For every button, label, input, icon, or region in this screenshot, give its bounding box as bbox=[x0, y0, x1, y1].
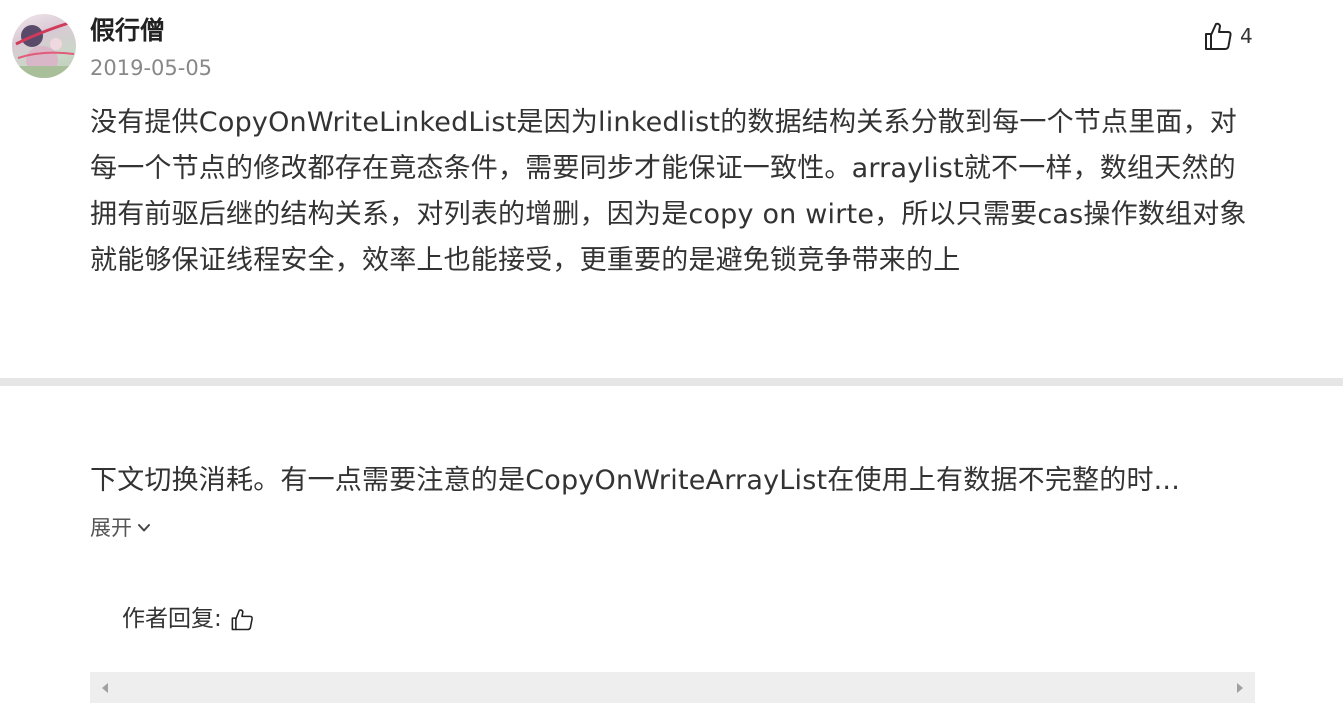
scroll-right-button[interactable] bbox=[1233, 681, 1247, 695]
expand-label: 展开 bbox=[90, 516, 132, 540]
section-divider bbox=[0, 378, 1343, 386]
avatar[interactable] bbox=[12, 14, 76, 78]
author-name: 假行僧 bbox=[90, 16, 166, 45]
comment-text: 没有提供CopyOnWriteLinkedList是因为linkedlist的数… bbox=[90, 107, 1247, 276]
author-reply-label: 作者回复: bbox=[122, 606, 222, 632]
comment-date: 2019-05-05 bbox=[90, 56, 213, 80]
comment-page: 假行僧 2019-05-05 4 没有提供CopyOnWriteLinkedLi… bbox=[0, 0, 1343, 707]
chevron-down-icon bbox=[138, 524, 150, 532]
thumbs-up-icon bbox=[1205, 22, 1232, 50]
horizontal-scrollbar[interactable] bbox=[90, 672, 1255, 703]
expand-button[interactable]: 展开 bbox=[90, 512, 152, 544]
scroll-left-button[interactable] bbox=[98, 681, 112, 695]
comment-text-continued: 下文切换消耗。有一点需要注意的是CopyOnWriteArrayList在使用上… bbox=[90, 465, 1181, 496]
triangle-right-icon bbox=[1237, 683, 1243, 693]
avatar-image bbox=[12, 20, 76, 78]
author-reply: 作者回复: bbox=[122, 602, 256, 636]
thumbs-up-icon[interactable] bbox=[228, 605, 256, 633]
like-count: 4 bbox=[1240, 24, 1253, 48]
triangle-left-icon bbox=[102, 683, 108, 693]
like-button[interactable]: 4 bbox=[1202, 20, 1253, 52]
